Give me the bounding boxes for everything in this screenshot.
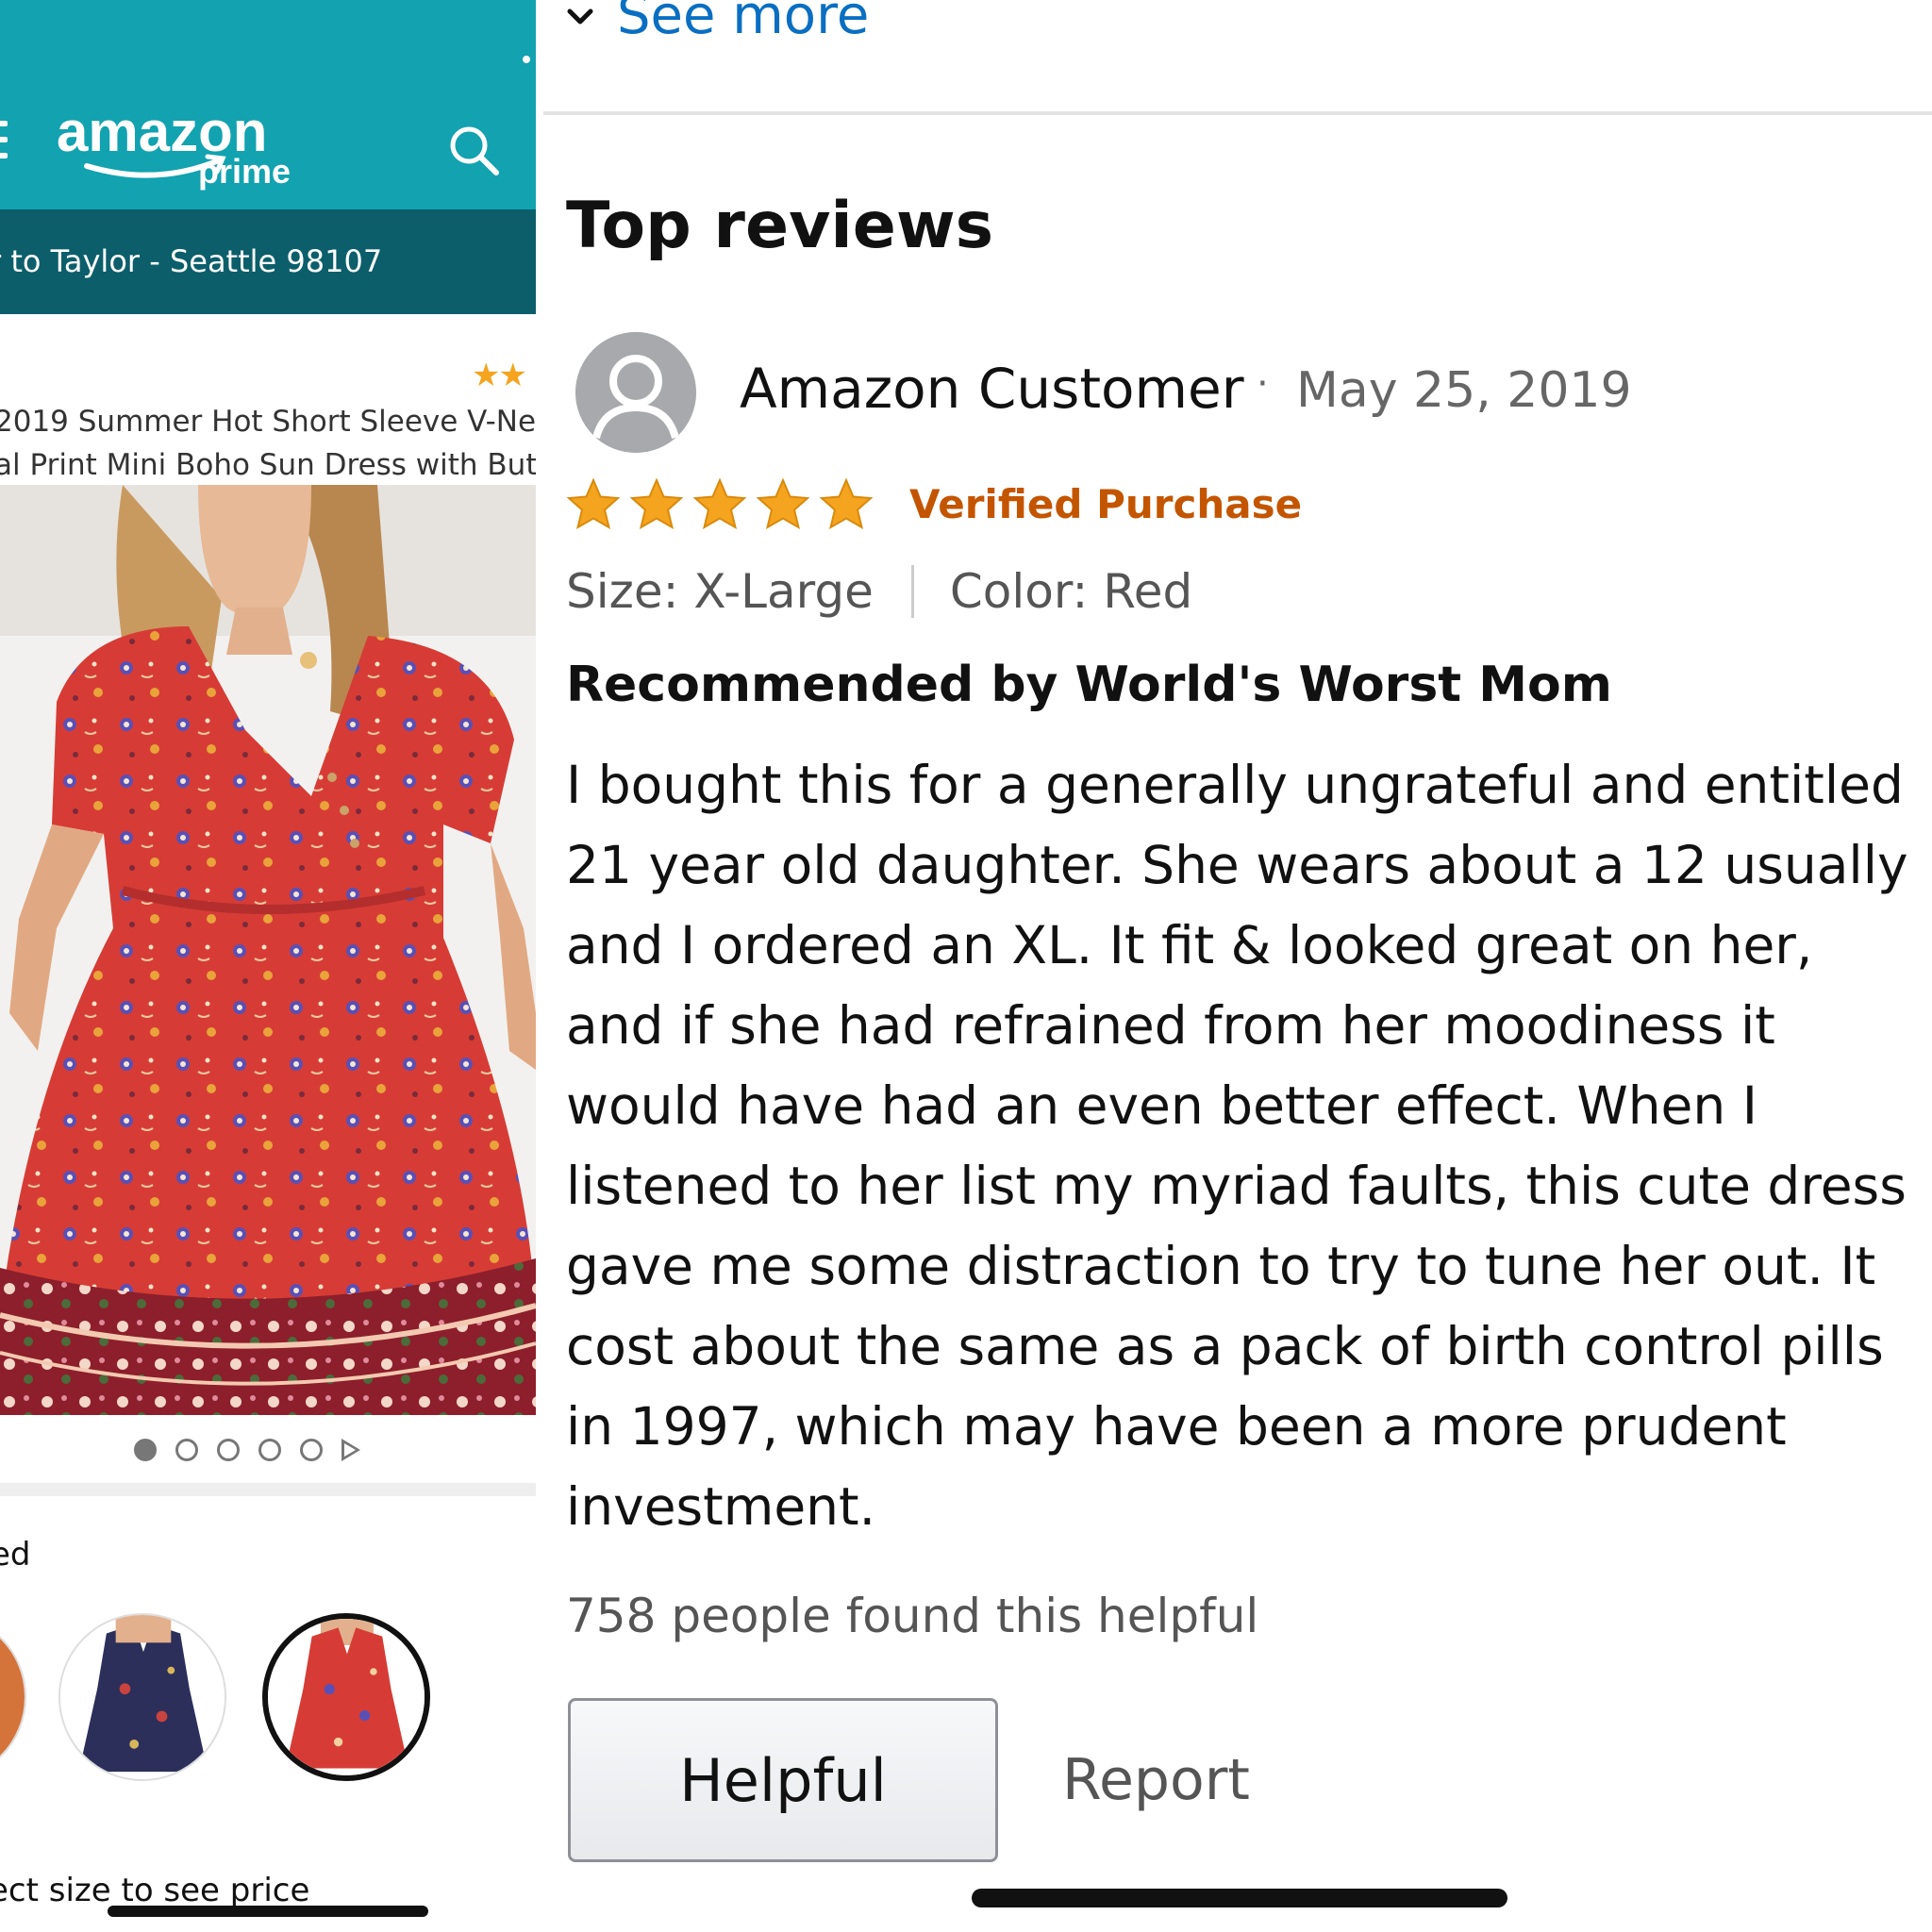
review-rating-stars (566, 477, 874, 532)
review-date: May 25, 2019 (1296, 362, 1632, 419)
helpful-button[interactable]: Helpful (568, 1698, 998, 1862)
star-icon (566, 477, 621, 530)
delivery-location-bar[interactable]: r to Taylor - Seattle 98107 (0, 209, 536, 314)
product-image-dress[interactable] (0, 485, 536, 1415)
chevron-down-icon (567, 8, 593, 24)
play-icon[interactable] (341, 1439, 360, 1461)
delivery-location-text: r to Taylor - Seattle 98107 (0, 243, 383, 279)
home-indicator (972, 1889, 1507, 1907)
variant-color: Color: Red (949, 564, 1193, 619)
menu-icon[interactable] (0, 121, 8, 158)
section-divider (0, 1483, 536, 1496)
see-more-link[interactable]: See more (564, 0, 869, 46)
carousel-dot[interactable] (300, 1439, 323, 1461)
purchased-variant: Size: X-Large Color: Red (566, 564, 1192, 619)
product-rating-stars: ★★ (472, 357, 527, 394)
product-panel: amazon prime r to Taylor - Seattle 98107… (0, 0, 536, 1932)
carousel-dot[interactable] (258, 1439, 281, 1461)
home-indicator (108, 1906, 428, 1917)
product-title-line: al Print Mini Boho Sun Dress with Butt (0, 448, 536, 482)
amazon-prime-logo[interactable]: amazon prime (57, 102, 302, 196)
color-swatch-navy[interactable] (58, 1613, 226, 1781)
select-size-price-hint: ect size to see price (0, 1872, 310, 1909)
amazon-header: amazon prime (0, 0, 536, 209)
color-selection-label: ed (0, 1536, 31, 1574)
star-icon (756, 477, 810, 530)
carousel-dot[interactable] (134, 1439, 157, 1461)
logo-sub: prime (198, 152, 291, 191)
carousel-dot[interactable] (175, 1439, 198, 1461)
meta-separator: · (1257, 362, 1269, 406)
review-panel: See more Top reviews Amazon Customer · M… (540, 0, 1932, 1932)
color-swatch-red-selected[interactable] (262, 1613, 430, 1781)
star-icon (819, 477, 874, 530)
section-divider (543, 111, 1932, 115)
search-icon[interactable] (447, 124, 500, 176)
see-more-label: See more (617, 0, 870, 46)
review-body: I bought this for a generally ungrateful… (566, 755, 1908, 1537)
avatar-icon (575, 332, 696, 453)
report-link[interactable]: Report (1062, 1747, 1250, 1813)
review-title: Recommended by World's Worst Mom (566, 657, 1612, 713)
reviewer-name[interactable]: Amazon Customer (740, 357, 1244, 421)
color-swatch[interactable] (0, 1613, 26, 1781)
star-icon (692, 477, 747, 530)
product-title[interactable]: 2019 Summer Hot Short Sleeve V-Neck al P… (0, 400, 536, 487)
image-carousel-indicator[interactable] (134, 1436, 360, 1464)
overflow-dots-icon (523, 56, 530, 63)
carousel-dot[interactable] (217, 1439, 240, 1461)
verified-purchase-badge: Verified Purchase (909, 481, 1303, 527)
product-title-line: 2019 Summer Hot Short Sleeve V-Neck (0, 405, 536, 439)
star-icon (629, 477, 684, 530)
top-reviews-heading: Top reviews (566, 189, 994, 263)
helpful-count: 758 people found this helpful (566, 1589, 1259, 1643)
variant-size: Size: X-Large (566, 564, 874, 619)
variant-divider (910, 565, 914, 618)
